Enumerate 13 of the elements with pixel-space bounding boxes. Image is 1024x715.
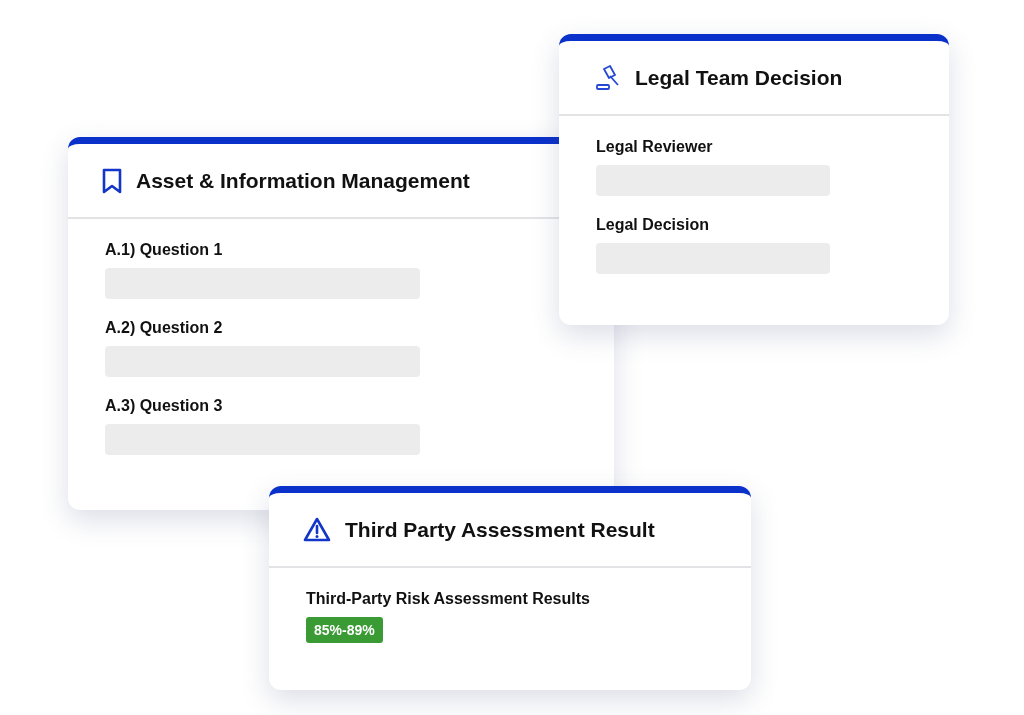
card-title: Third Party Assessment Result — [345, 517, 655, 542]
field-label: Legal Decision — [596, 216, 710, 234]
field-label: A.3) Question 3 — [105, 397, 224, 415]
field-label: A.2) Question 2 — [105, 319, 224, 337]
field-label: A.1) Question 1 — [105, 241, 224, 259]
warning-icon — [303, 516, 331, 543]
gavel-icon — [595, 64, 621, 91]
field-label: Legal Reviewer — [596, 138, 714, 156]
card-title: Legal Team Decision — [635, 65, 843, 90]
score-tag: 85%-89% — [306, 617, 383, 643]
card-title: Asset & Information Management — [136, 168, 470, 193]
field-label: Third-Party Risk Assessment Results — [306, 590, 591, 608]
bookmark-icon — [102, 167, 122, 194]
